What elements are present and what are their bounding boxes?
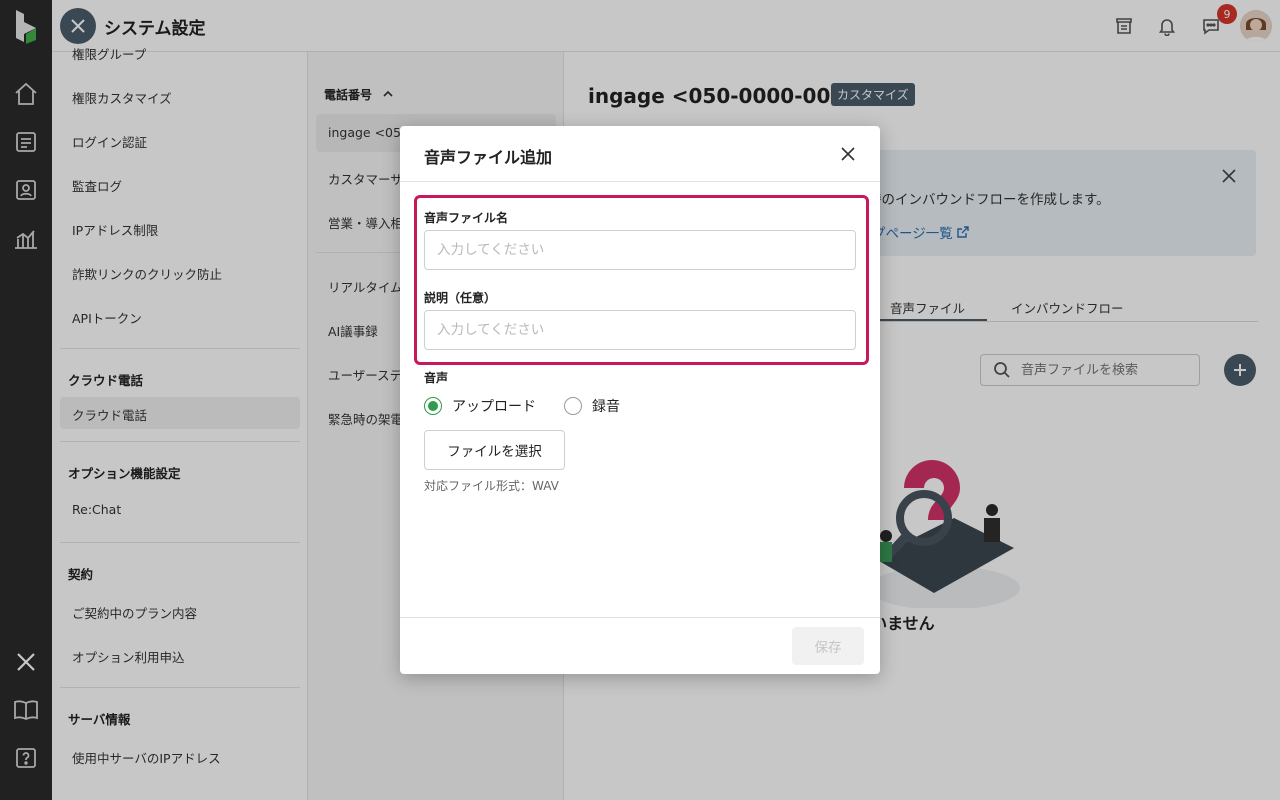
- supported-format-hint: 対応ファイル形式：WAV: [424, 479, 559, 493]
- radio-upload[interactable]: アップロード: [424, 396, 536, 416]
- radio-upload-label: アップロード: [452, 399, 536, 415]
- radio-record[interactable]: 録音: [564, 396, 620, 416]
- radio-record-label: 録音: [592, 399, 620, 415]
- dialog-footer-divider: [400, 617, 880, 618]
- close-icon[interactable]: [836, 142, 860, 166]
- dialog-header-divider: [400, 181, 880, 182]
- description-label: 説明（任意）: [424, 291, 497, 305]
- add-audio-file-dialog: 音声ファイル追加 音声ファイル名 説明（任意） 音声 アップロード 録音 ファイ…: [400, 126, 880, 674]
- radio-upload-indicator: [424, 397, 442, 415]
- select-file-button[interactable]: ファイルを選択: [424, 430, 565, 470]
- audio-file-name-input[interactable]: [424, 230, 856, 270]
- radio-record-indicator: [564, 397, 582, 415]
- save-button[interactable]: 保存: [792, 627, 864, 665]
- audio-source-label: 音声: [424, 371, 449, 385]
- audio-file-name-label: 音声ファイル名: [424, 211, 509, 225]
- description-input[interactable]: [424, 310, 856, 350]
- dialog-title: 音声ファイル追加: [424, 148, 553, 167]
